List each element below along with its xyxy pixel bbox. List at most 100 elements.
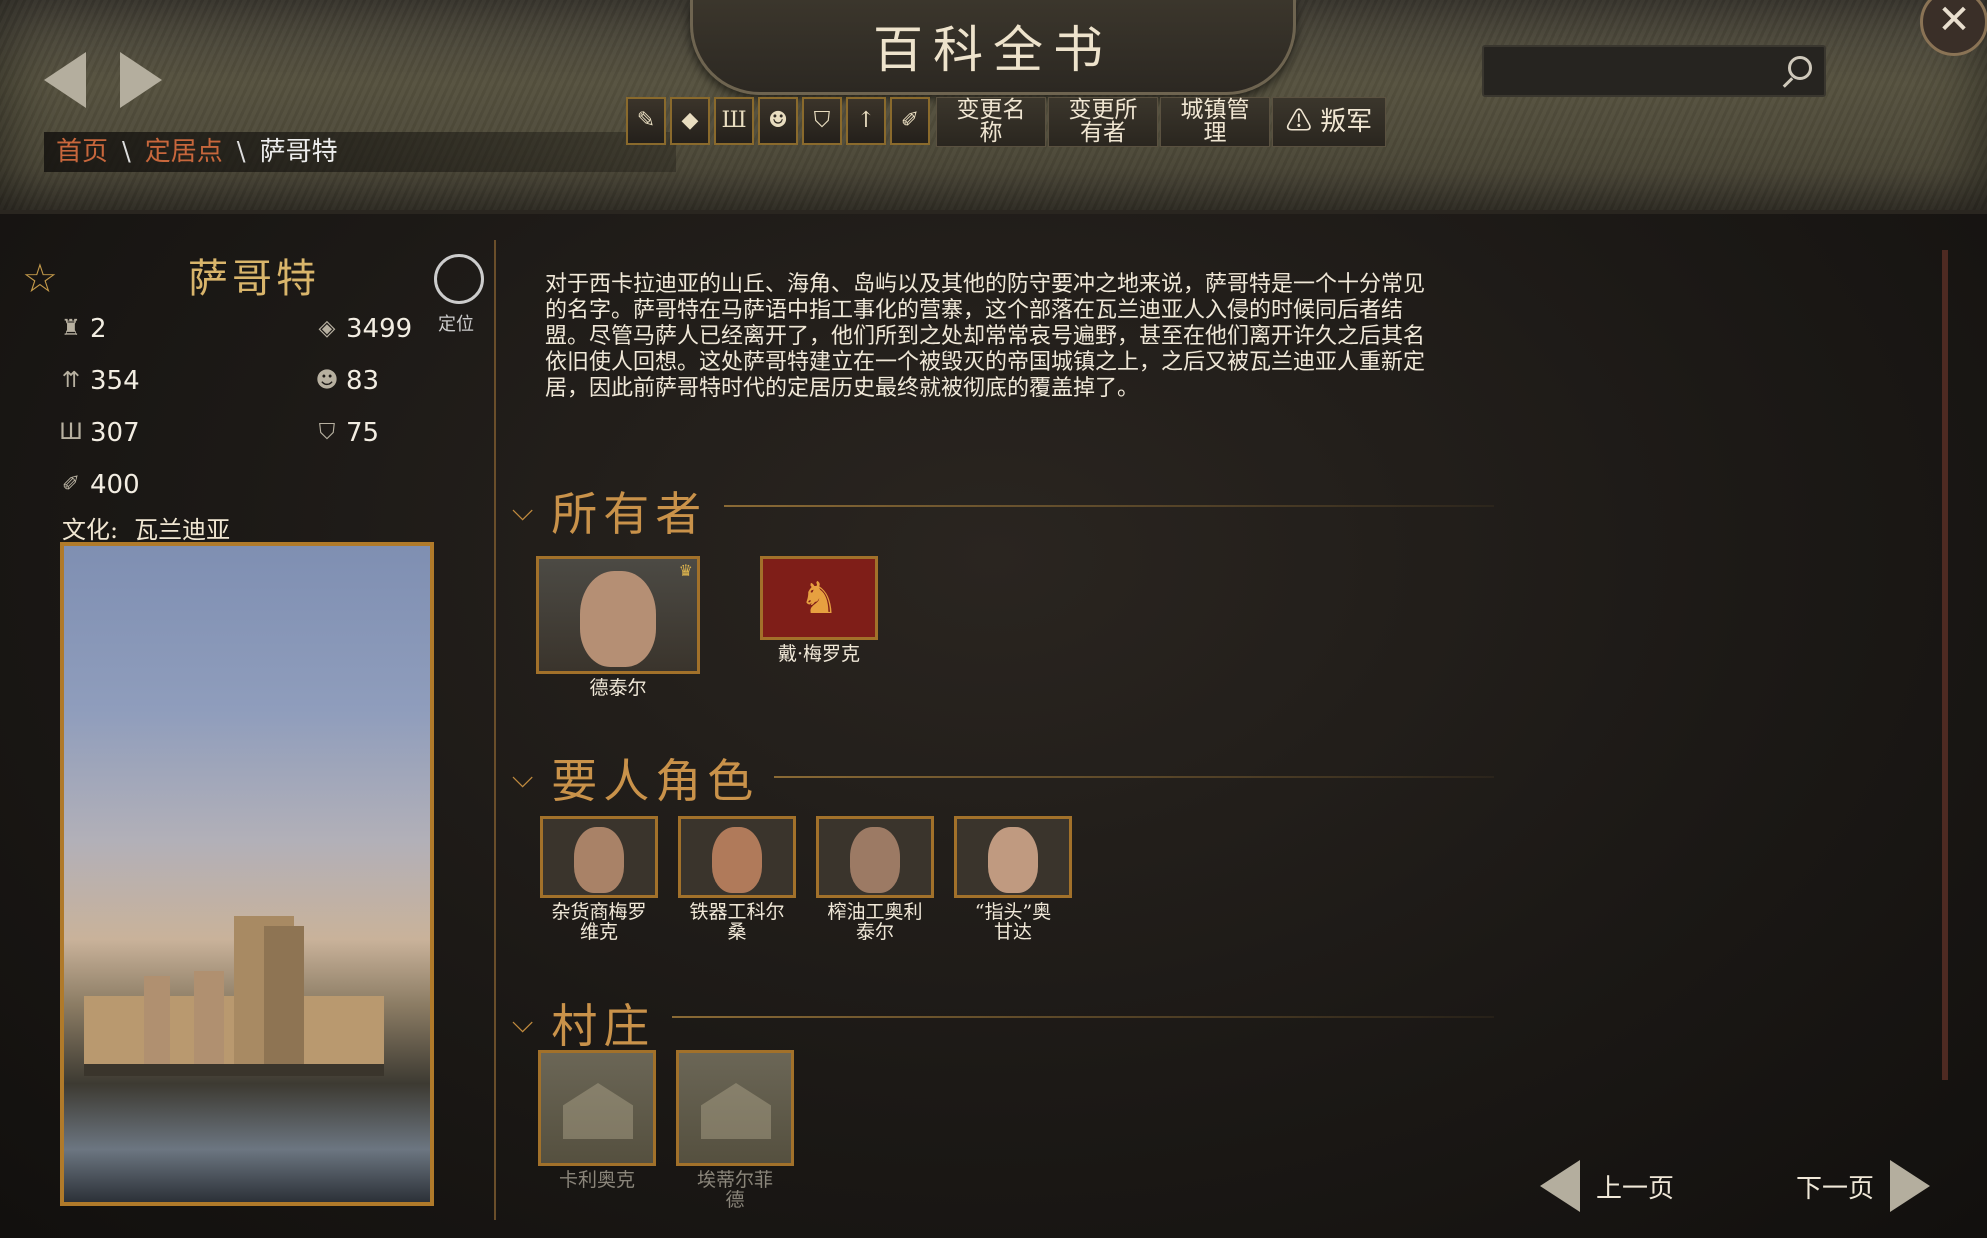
- face-portrait: [580, 571, 656, 667]
- notable-card[interactable]: “指头”奥 甘达: [954, 816, 1072, 942]
- locate-button[interactable]: [434, 254, 484, 304]
- village-name-line-1: 卡利奥克: [558, 1169, 635, 1191]
- rebels-button[interactable]: ⚠ 叛军: [1272, 97, 1386, 147]
- rename-button[interactable]: 变更名 称: [936, 97, 1046, 147]
- garrison-spears-icon: ⇈: [61, 368, 81, 393]
- diamond-icon[interactable]: ◆: [670, 97, 710, 145]
- section-owners-title: 所有者: [551, 487, 708, 541]
- town-management-label-1: 城镇管: [1180, 97, 1250, 123]
- stat-food: ✐ 400: [56, 470, 140, 500]
- locate-label: 定位: [438, 314, 474, 335]
- chevron-down-icon[interactable]: ⌵: [512, 761, 533, 795]
- chevron-down-icon[interactable]: ⌵: [512, 494, 533, 528]
- crown-icon: ♛: [678, 561, 693, 580]
- settlement-summary: ☆ 萨哥特 定位 ♜ 2 ◈ 3499 ⇈ 354 ☻ 83 Ш 307 ⛉ 75 ✐ 400…: [20, 240, 490, 1230]
- loyalty-mask-icon: ☻: [315, 368, 339, 393]
- page-title: 百科全书: [873, 21, 1113, 79]
- rebels-label: ⚠ 叛军: [1285, 106, 1373, 137]
- stat-garrison-value: 354: [90, 366, 140, 396]
- search-input[interactable]: [1494, 47, 1778, 93]
- stat-prosperity: ◈ 3499: [312, 314, 413, 344]
- search-icon[interactable]: [1788, 56, 1812, 80]
- stat-loyalty-value: 83: [346, 366, 380, 396]
- breadcrumb-separator: \: [122, 137, 131, 167]
- section-notables-header[interactable]: ⌵ 要人角色: [512, 745, 759, 811]
- food-wheat-icon: ✐: [61, 472, 81, 497]
- breadcrumb-settlements[interactable]: 定居点: [145, 137, 223, 167]
- security-shield-icon: ⛉: [318, 420, 336, 445]
- next-page-label: 下一页: [1796, 1173, 1875, 1204]
- notable-name-line-1: “指头”奥: [974, 901, 1052, 923]
- town-management-button[interactable]: 城镇管 理: [1160, 97, 1270, 147]
- shield-icon[interactable]: ⛉: [802, 97, 842, 145]
- culture-label: 文化:: [62, 516, 119, 544]
- notable-portrait: [540, 816, 658, 898]
- notable-card[interactable]: 杂货商梅罗 维克: [540, 816, 658, 942]
- owner-hero-name: 德泰尔: [589, 677, 647, 699]
- section-villages-header[interactable]: ⌵ 村庄: [512, 990, 655, 1056]
- owner-clan-name: 戴·梅罗克: [777, 643, 861, 665]
- wheat-icon[interactable]: ✐: [890, 97, 930, 145]
- trident-icon[interactable]: Ш: [714, 97, 754, 145]
- notable-card[interactable]: 铁器工科尔 桑: [678, 816, 796, 942]
- breadcrumb: 首页 \ 定居点 \ 萨哥特: [44, 132, 676, 172]
- castle-illustration: [84, 916, 384, 1076]
- rename-label-2: 称: [979, 120, 1003, 146]
- settlement-painting: [60, 542, 434, 1206]
- prev-page-button[interactable]: 上一页: [1540, 1160, 1674, 1212]
- stat-prosperity-value: 3499: [346, 314, 413, 344]
- prev-page-label: 上一页: [1596, 1173, 1675, 1204]
- notable-portrait: [816, 816, 934, 898]
- notable-name-line-1: 杂货商梅罗: [551, 901, 647, 923]
- section-divider: [724, 505, 1494, 507]
- settlement-name: 萨哥特: [188, 256, 320, 302]
- owner-card-clan[interactable]: ♞ 戴·梅罗克: [760, 556, 878, 664]
- village-image: [676, 1050, 794, 1166]
- stat-militia-value: 307: [90, 418, 140, 448]
- stat-walls: ♜ 2: [56, 314, 106, 344]
- notable-portrait: [954, 816, 1072, 898]
- section-divider: [672, 1016, 1494, 1018]
- stat-security-value: 75: [346, 418, 380, 448]
- stat-militia: Ш 307: [56, 418, 140, 448]
- notable-name-line-2: 泰尔: [855, 921, 894, 943]
- mask-icon[interactable]: ☻: [758, 97, 798, 145]
- chevron-down-icon[interactable]: ⌵: [512, 1006, 533, 1040]
- militia-trident-icon: Ш: [59, 420, 83, 445]
- culture-row: 文化: 瓦兰迪亚: [62, 510, 230, 545]
- castle-icon: ♜: [61, 316, 81, 341]
- quill-icon[interactable]: ✎: [626, 97, 666, 145]
- back-arrow-icon[interactable]: [44, 52, 86, 108]
- owner-card-hero[interactable]: ♛ 德泰尔: [536, 556, 700, 698]
- face-portrait: [712, 827, 762, 893]
- scrollbar[interactable]: [1942, 250, 1948, 1080]
- breadcrumb-separator: \: [236, 137, 246, 167]
- stat-food-value: 400: [90, 470, 140, 500]
- section-owners-header[interactable]: ⌵ 所有者: [512, 478, 707, 544]
- culture-value: 瓦兰迪亚: [134, 516, 231, 544]
- change-owner-button[interactable]: 变更所 有者: [1048, 97, 1158, 147]
- village-name-line-1: 埃蒂尔菲: [696, 1169, 773, 1191]
- notable-card[interactable]: 榨油工奥利 泰尔: [816, 816, 934, 942]
- spears-icon[interactable]: ↑: [846, 97, 886, 145]
- forward-arrow-icon[interactable]: [120, 52, 162, 108]
- section-villages-title: 村庄: [551, 999, 656, 1053]
- notable-name-line-2: 桑: [727, 921, 747, 943]
- breadcrumb-home[interactable]: 首页: [56, 137, 108, 167]
- village-card[interactable]: 卡利奥克: [538, 1050, 656, 1190]
- toolbar: ✎ ◆ Ш ☻ ⛉ ↑ ✐ 变更名 称 变更所 有者 城镇管 理 ⚠ 叛军: [626, 97, 1386, 147]
- breadcrumb-current: 萨哥特: [259, 137, 338, 167]
- next-page-button[interactable]: 下一页: [1796, 1160, 1931, 1212]
- lion-icon: ♞: [799, 573, 839, 624]
- face-portrait: [988, 827, 1038, 893]
- next-arrow-icon: [1890, 1160, 1931, 1212]
- stat-garrison: ⇈ 354: [56, 366, 140, 396]
- village-card[interactable]: 埃蒂尔菲 德: [676, 1050, 794, 1210]
- change-owner-label-1: 变更所: [1068, 97, 1138, 123]
- clan-banner: ♞: [760, 556, 878, 640]
- face-portrait: [850, 827, 900, 893]
- face-portrait: [574, 827, 624, 893]
- notable-portrait: [678, 816, 796, 898]
- prev-arrow-icon: [1540, 1160, 1580, 1212]
- favorite-star-icon[interactable]: ☆: [22, 256, 58, 302]
